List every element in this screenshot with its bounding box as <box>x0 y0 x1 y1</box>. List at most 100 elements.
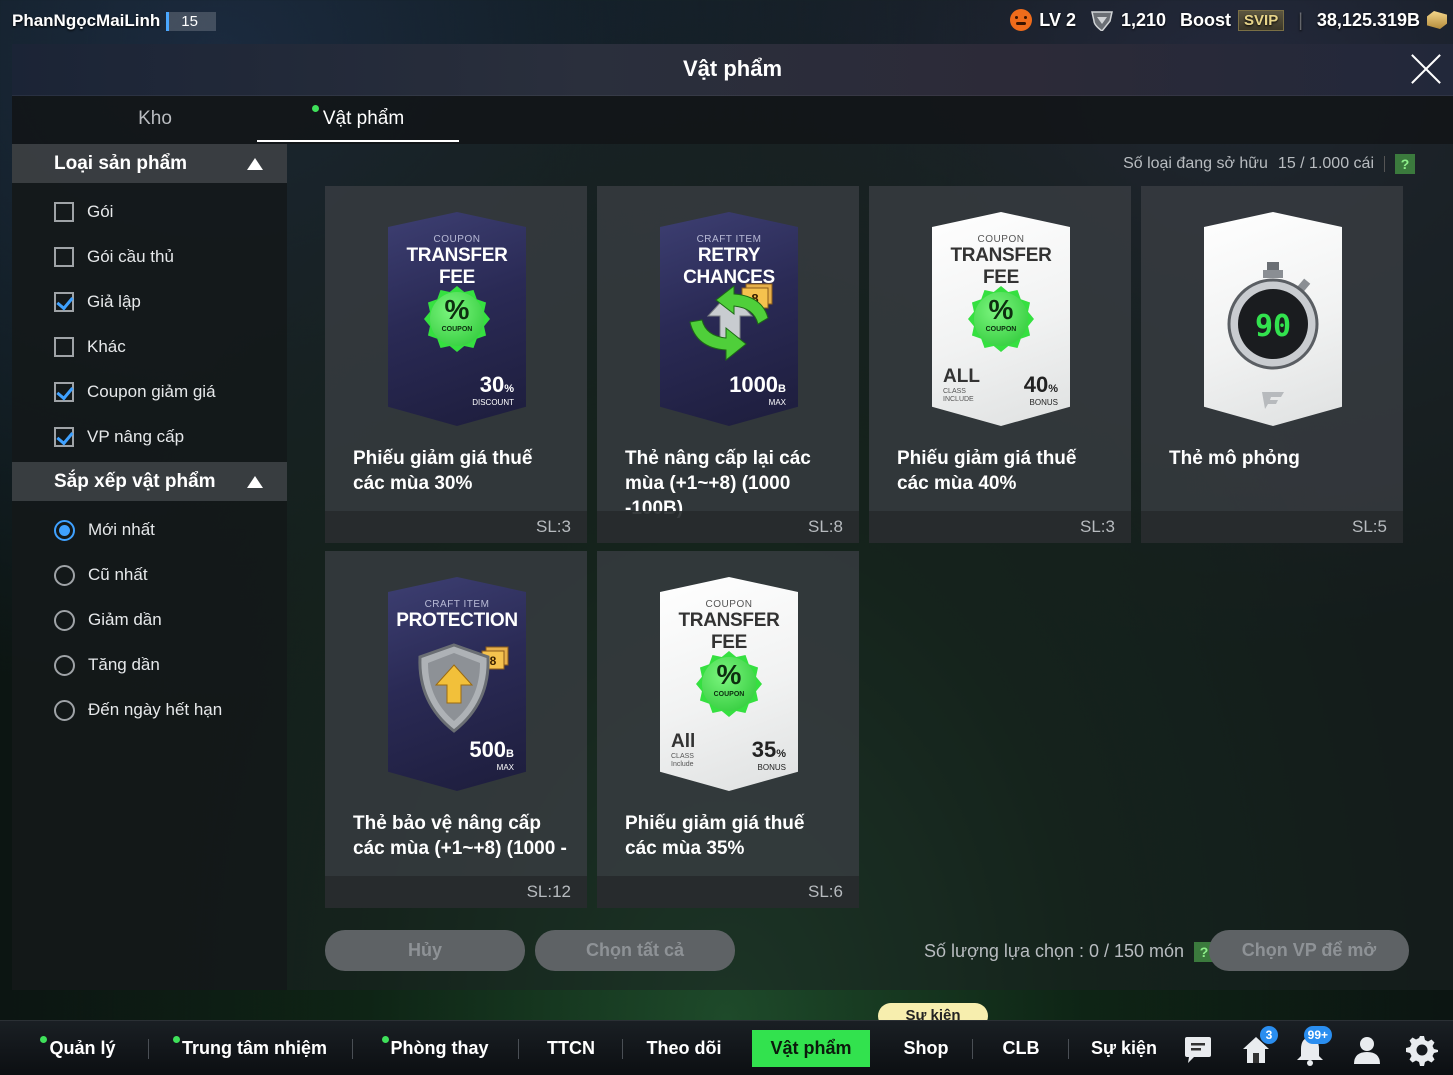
nav-label: Phòng thay đồ <box>390 1038 489 1058</box>
notification-count-badge: 3 <box>1260 1026 1278 1044</box>
value-unit: % <box>776 748 786 760</box>
filter-coupon[interactable]: Coupon giảm giá <box>54 379 216 405</box>
trophy-stat[interactable]: 1,210 <box>1090 9 1166 31</box>
item-name: Thẻ nâng cấp lại các mùa (+1~+8) (1000 -… <box>625 448 811 519</box>
checkbox-checked[interactable] <box>54 292 74 312</box>
home-icon[interactable]: 3 <box>1240 1026 1278 1066</box>
player-stats: LV 2 1,210 Boost SVIP | 38,125.319B <box>1010 9 1447 31</box>
chat-icon[interactable] <box>1182 1034 1214 1066</box>
radio[interactable] <box>54 699 75 721</box>
sort-cu-nhat[interactable]: Cũ nhất <box>54 562 148 588</box>
value-caption: MAX <box>768 398 786 407</box>
card-value: 1000B <box>729 372 786 398</box>
craft-card-art: CRAFT ITEM PROTECTION 8 500B MAX <box>388 577 526 791</box>
item-card[interactable]: CRAFT ITEM RETRY CHANCES 8 1000B MAX Thẻ… <box>597 186 859 543</box>
nav-theo-doi[interactable]: Theo dõi <box>640 1021 728 1075</box>
radio[interactable] <box>54 564 75 586</box>
notification-count-badge: 99+ <box>1303 1026 1332 1044</box>
tab-label: Vật phẩm <box>322 108 405 129</box>
open-items-button[interactable]: Chọn VP để mở <box>1209 930 1409 971</box>
settings-gear-icon[interactable] <box>1406 1034 1438 1066</box>
sort-tang-dan[interactable]: Tăng dần <box>54 652 160 678</box>
user-level-badge: 15 <box>166 11 216 31</box>
bell-icon[interactable]: 99+ <box>1294 1026 1332 1066</box>
profile-icon[interactable] <box>1351 1034 1383 1066</box>
badge-symbol: % <box>988 294 1014 325</box>
notification-dot <box>172 1036 180 1043</box>
nav-trung-tam-nhiem-vu[interactable]: Trung tâm nhiệm vụ <box>166 1021 334 1075</box>
coupon-card-art: COUPON TRANSFER FEE % COUPON 30% DISCOUN… <box>388 212 526 426</box>
checkbox[interactable] <box>54 337 74 357</box>
checkbox[interactable] <box>54 247 74 267</box>
item-card[interactable]: 90 Thẻ mô phỏng SL:5 <box>1141 186 1403 543</box>
tab-vat-pham[interactable]: Vật phẩm <box>257 96 459 142</box>
nav-label: TTCN <box>547 1038 595 1058</box>
radio[interactable] <box>54 609 75 631</box>
item-card[interactable]: COUPON TRANSFER FEE % COUPON All CLASS I… <box>597 551 859 908</box>
product-type-header[interactable]: Loại sản phẩm <box>12 144 287 183</box>
card-kind: CRAFT ITEM <box>696 234 762 245</box>
sort-moi-nhat[interactable]: Mới nhất <box>54 517 155 543</box>
nav-label: Quản lý CT <box>49 1038 116 1058</box>
card-kind: COUPON <box>433 234 481 245</box>
collapse-triangle-icon <box>247 158 263 170</box>
radio-selected[interactable] <box>54 519 75 541</box>
checkbox[interactable] <box>54 202 74 222</box>
item-name: Phiếu giảm giá thuế các mùa 40% <box>897 448 1077 494</box>
sort-giam-dan[interactable]: Giảm dần <box>54 607 162 633</box>
sort-label: Giảm dần <box>88 610 162 629</box>
checkbox-checked[interactable] <box>54 382 74 402</box>
card-title: TRANSFER FEE <box>950 245 1052 288</box>
filter-goi-cau-thu[interactable]: Gói cầu thủ <box>54 244 174 270</box>
card-footer: SL:6 <box>597 876 859 908</box>
cancel-button[interactable]: Hủy <box>325 930 525 971</box>
value-caption: BONUS <box>757 763 786 772</box>
filter-label: VP nâng cấp <box>87 427 185 446</box>
badge-symbol: % <box>444 294 470 325</box>
sort-label: Cũ nhất <box>88 565 148 584</box>
help-button[interactable]: ? <box>1395 154 1415 174</box>
item-quantity: SL:3 <box>1080 517 1115 536</box>
item-card[interactable]: CRAFT ITEM PROTECTION 8 500B MAX Thẻ bảo… <box>325 551 587 908</box>
nav-shop[interactable]: Shop <box>886 1021 966 1075</box>
filter-vp-nang-cap[interactable]: VP nâng cấp <box>54 424 184 450</box>
sort-het-han[interactable]: Đến ngày hết hạn <box>54 697 222 723</box>
nav-su-kien[interactable]: Sự kiện <box>1082 1021 1166 1075</box>
value-number: 30 <box>479 372 505 397</box>
nav-quan-ly-ct[interactable]: Quản lý CT <box>28 1021 128 1075</box>
select-all-button[interactable]: Chọn tất cả <box>535 930 735 971</box>
filter-khac[interactable]: Khác <box>54 334 126 360</box>
nav-divider <box>972 1039 973 1059</box>
value-number: 1000 <box>729 372 779 397</box>
nav-ttcn[interactable]: TTCN <box>530 1021 612 1075</box>
close-button[interactable] <box>1409 52 1443 86</box>
user-info[interactable]: PhanNgọcMaiLinh 15 <box>12 11 216 31</box>
value-caption: MAX <box>496 763 514 772</box>
checkbox-checked[interactable] <box>54 427 74 447</box>
level-face-icon <box>1010 9 1033 31</box>
nav-label: CLB <box>1002 1038 1040 1058</box>
nav-vat-pham-active[interactable]: Vật phẩm <box>752 1030 870 1067</box>
level-stat[interactable]: LV 2 <box>1010 9 1076 31</box>
coin-stat[interactable]: 38,125.319B <box>1317 10 1447 31</box>
radio[interactable] <box>54 654 75 676</box>
simulation-card-art: 90 <box>1204 212 1342 426</box>
card-footer: SL:3 <box>869 511 1131 543</box>
badge-caption: COUPON <box>441 326 473 333</box>
class-include-label: CLASS INCLUDE <box>943 388 974 403</box>
boost-stat[interactable]: Boost SVIP <box>1180 9 1285 31</box>
tab-kho[interactable]: Kho <box>54 96 256 142</box>
sort-label: Tăng dần <box>88 655 160 674</box>
value-unit: B <box>778 383 786 395</box>
filter-goi[interactable]: Gói <box>54 199 113 225</box>
notification-dot <box>311 105 319 112</box>
nav-phong-thay-do[interactable]: Phòng thay đồ <box>370 1021 500 1075</box>
coin-icon <box>1427 11 1447 29</box>
nav-clb[interactable]: CLB <box>984 1021 1058 1075</box>
card-kind: COUPON <box>705 599 753 610</box>
filter-gia-lap[interactable]: Giả lập <box>54 289 141 315</box>
owned-label: Số loại đang sở hữu <box>1123 155 1268 172</box>
sort-header[interactable]: Sắp xếp vật phẩm <box>12 462 287 501</box>
item-card[interactable]: COUPON TRANSFER FEE % COUPON ALL CLASS I… <box>869 186 1131 543</box>
item-card[interactable]: COUPON TRANSFER FEE % COUPON 30% DISCOUN… <box>325 186 587 543</box>
